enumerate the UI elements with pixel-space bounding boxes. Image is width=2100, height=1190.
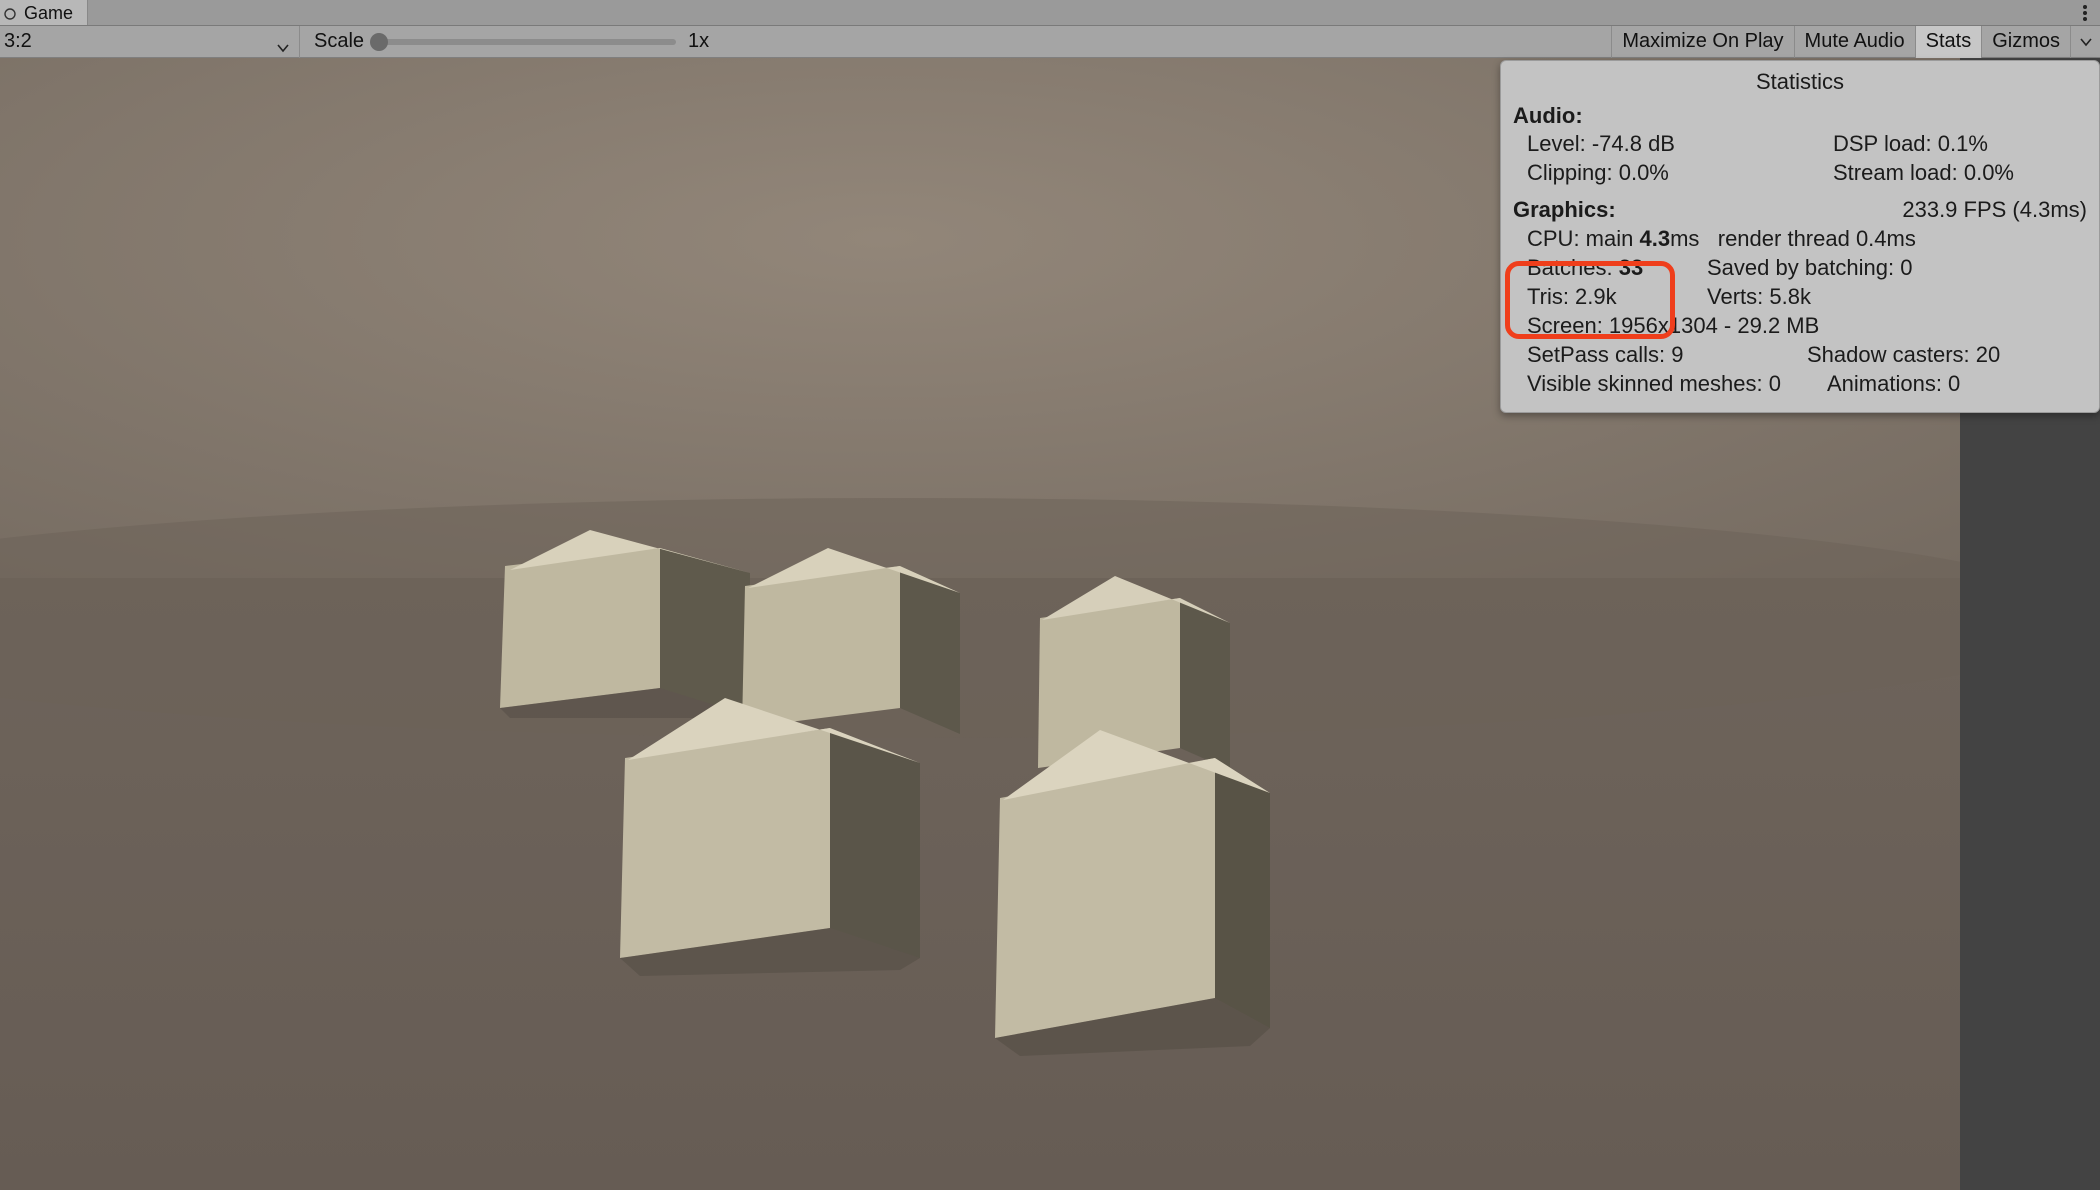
stat-skinned-meshes: Visible skinned meshes: 0 xyxy=(1527,369,1827,398)
game-tab-icon xyxy=(3,5,17,19)
stat-screen: Screen: 1956x1304 - 29.2 MB xyxy=(1527,311,2087,340)
aspect-ratio-dropdown[interactable]: 3:2 xyxy=(0,26,300,58)
statistics-title: Statistics xyxy=(1513,69,2087,99)
stats-toggle[interactable]: Stats xyxy=(1915,26,1982,58)
stat-batches: Batches: 33 xyxy=(1527,253,1707,282)
stat-audio-clipping: Clipping: 0.0% xyxy=(1527,158,1833,187)
stat-setpass: SetPass calls: 9 xyxy=(1527,340,1807,369)
mute-audio-label: Mute Audio xyxy=(1805,30,1905,53)
stat-animations: Animations: 0 xyxy=(1827,369,1960,398)
stat-dsp-load: DSP load: 0.1% xyxy=(1833,129,2087,158)
gizmos-dropdown-button[interactable] xyxy=(2070,26,2100,58)
scale-value: 1x xyxy=(688,30,709,53)
scale-slider[interactable] xyxy=(376,39,676,45)
aspect-ratio-value: 3:2 xyxy=(4,30,32,53)
maximize-on-play-toggle[interactable]: Maximize On Play xyxy=(1611,26,1793,58)
stats-toggle-label: Stats xyxy=(1926,30,1972,53)
audio-section-header: Audio: xyxy=(1513,103,2087,129)
stat-tris: Tris: 2.9k xyxy=(1527,282,1707,311)
mute-audio-toggle[interactable]: Mute Audio xyxy=(1794,26,1915,58)
tab-strip: Game xyxy=(0,0,2100,26)
tab-context-menu-button[interactable] xyxy=(2070,0,2100,25)
gizmos-toggle[interactable]: Gizmos xyxy=(1981,26,2070,58)
statistics-panel: Statistics Audio: Level: -74.8 dB Clippi… xyxy=(1500,60,2100,413)
stat-cpu-line: CPU: main 4.3ms render thread 0.4ms xyxy=(1527,224,2087,253)
game-toolbar: 3:2 Scale 1x Maximize On Play Mute Audio… xyxy=(0,26,2100,58)
tab-label: Game xyxy=(24,3,73,24)
stat-saved-by-batching: Saved by batching: 0 xyxy=(1707,253,1912,282)
scale-slider-thumb[interactable] xyxy=(370,33,388,51)
stat-fps: 233.9 FPS (4.3ms) xyxy=(1902,195,2087,224)
scale-control: Scale 1x xyxy=(300,30,709,53)
tab-game[interactable]: Game xyxy=(0,0,88,25)
scale-label: Scale xyxy=(314,30,364,53)
stat-audio-level: Level: -74.8 dB xyxy=(1527,129,1833,158)
stat-shadow-casters: Shadow casters: 20 xyxy=(1807,340,2000,369)
stat-stream-load: Stream load: 0.0% xyxy=(1833,158,2087,187)
maximize-on-play-label: Maximize On Play xyxy=(1622,30,1783,53)
stat-verts: Verts: 5.8k xyxy=(1707,282,1811,311)
graphics-section-header: Graphics: xyxy=(1513,197,1616,223)
chevron-down-icon xyxy=(277,36,289,59)
stat-render-thread: render thread 0.4ms xyxy=(1718,226,1916,251)
gizmos-toggle-label: Gizmos xyxy=(1992,30,2060,53)
